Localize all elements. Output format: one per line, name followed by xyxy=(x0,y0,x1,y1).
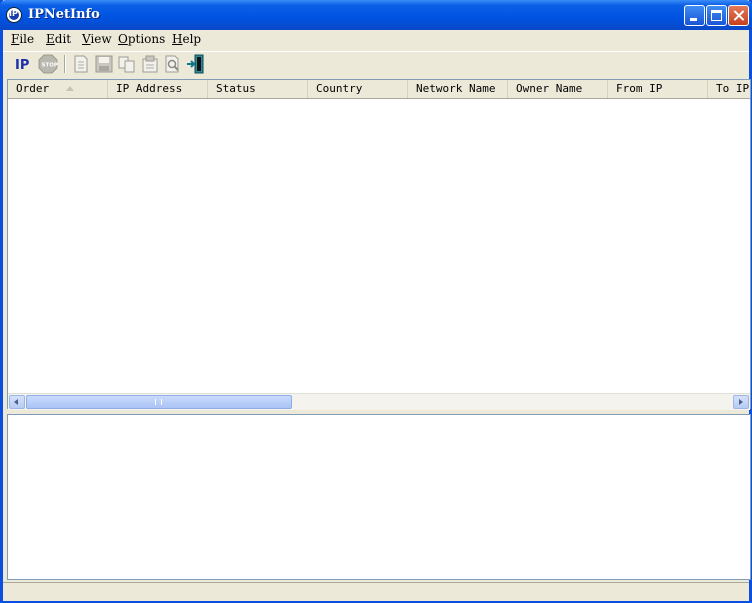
copy-icon[interactable] xyxy=(117,54,137,74)
column-ip-address[interactable]: IP Address xyxy=(108,80,208,98)
menu-file[interactable]: File xyxy=(11,32,34,46)
horizontal-scrollbar[interactable] xyxy=(8,393,750,410)
ip-lookup-icon[interactable]: IP xyxy=(13,54,33,74)
sort-ascending-icon xyxy=(66,86,74,91)
toolbar: IP STOP xyxy=(3,51,749,77)
save-icon[interactable] xyxy=(94,54,114,74)
svg-text:STOP: STOP xyxy=(42,63,58,69)
app-icon: IP xyxy=(6,7,22,23)
details-pane[interactable] xyxy=(7,414,751,580)
column-to-ip[interactable]: To IP xyxy=(708,80,750,98)
maximize-button[interactable] xyxy=(706,5,727,26)
status-bar xyxy=(3,582,749,601)
find-icon[interactable] xyxy=(163,54,183,74)
title-bar[interactable]: IP IPNetInfo xyxy=(0,0,752,30)
menu-edit[interactable]: Edit xyxy=(46,32,71,46)
column-header-row: Order IP Address Status Country Network … xyxy=(8,80,750,99)
column-from-ip[interactable]: From IP xyxy=(608,80,708,98)
app-window: IP IPNetInfo File Edit View Options Help… xyxy=(0,0,752,603)
column-country[interactable]: Country xyxy=(308,80,408,98)
scroll-right-button[interactable] xyxy=(733,395,749,409)
html-report-icon[interactable] xyxy=(71,54,91,74)
window-title: IPNetInfo xyxy=(28,7,100,22)
column-network-name[interactable]: Network Name xyxy=(408,80,508,98)
menu-help[interactable]: Help xyxy=(172,32,201,46)
properties-icon[interactable] xyxy=(140,54,160,74)
close-button[interactable] xyxy=(728,5,749,26)
menu-bar: File Edit View Options Help xyxy=(3,30,749,50)
column-owner-name[interactable]: Owner Name xyxy=(508,80,608,98)
column-status[interactable]: Status xyxy=(208,80,308,98)
column-order[interactable]: Order xyxy=(8,80,108,98)
results-list[interactable]: Order IP Address Status Country Network … xyxy=(7,79,751,410)
minimize-button[interactable] xyxy=(684,5,705,26)
menu-view[interactable]: View xyxy=(82,32,112,46)
scroll-thumb[interactable] xyxy=(26,395,292,409)
menu-options[interactable]: Options xyxy=(118,32,165,46)
scroll-left-button[interactable] xyxy=(9,395,25,409)
svg-text:IP: IP xyxy=(15,58,29,73)
toolbar-separator xyxy=(64,55,66,73)
exit-icon[interactable] xyxy=(186,54,206,74)
stop-icon[interactable]: STOP xyxy=(38,54,58,74)
